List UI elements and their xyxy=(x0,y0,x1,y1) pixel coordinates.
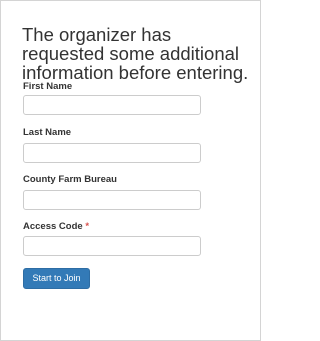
access-code-input[interactable] xyxy=(23,236,201,256)
last-name-input[interactable] xyxy=(23,143,201,163)
last-name-label-text: Last Name xyxy=(23,127,72,138)
start-to-join-button[interactable]: Start to Join xyxy=(23,268,90,289)
first-name-label: First Name xyxy=(23,81,72,93)
county-farm-bureau-input[interactable] xyxy=(23,190,201,210)
first-name-label-text: First Name xyxy=(23,81,73,92)
registration-form-panel: The organizer has requested some additio… xyxy=(0,0,261,341)
last-name-label: Last Name xyxy=(23,127,71,139)
required-asterisk: * xyxy=(85,221,90,232)
access-code-label: Access Code * xyxy=(23,221,89,233)
form-heading: The organizer has requested some additio… xyxy=(22,24,249,83)
county-farm-bureau-label-text: County Farm Bureau xyxy=(23,174,117,185)
access-code-label-text: Access Code xyxy=(23,221,83,232)
first-name-input[interactable] xyxy=(23,95,201,115)
county-farm-bureau-label: County Farm Bureau xyxy=(23,174,117,186)
